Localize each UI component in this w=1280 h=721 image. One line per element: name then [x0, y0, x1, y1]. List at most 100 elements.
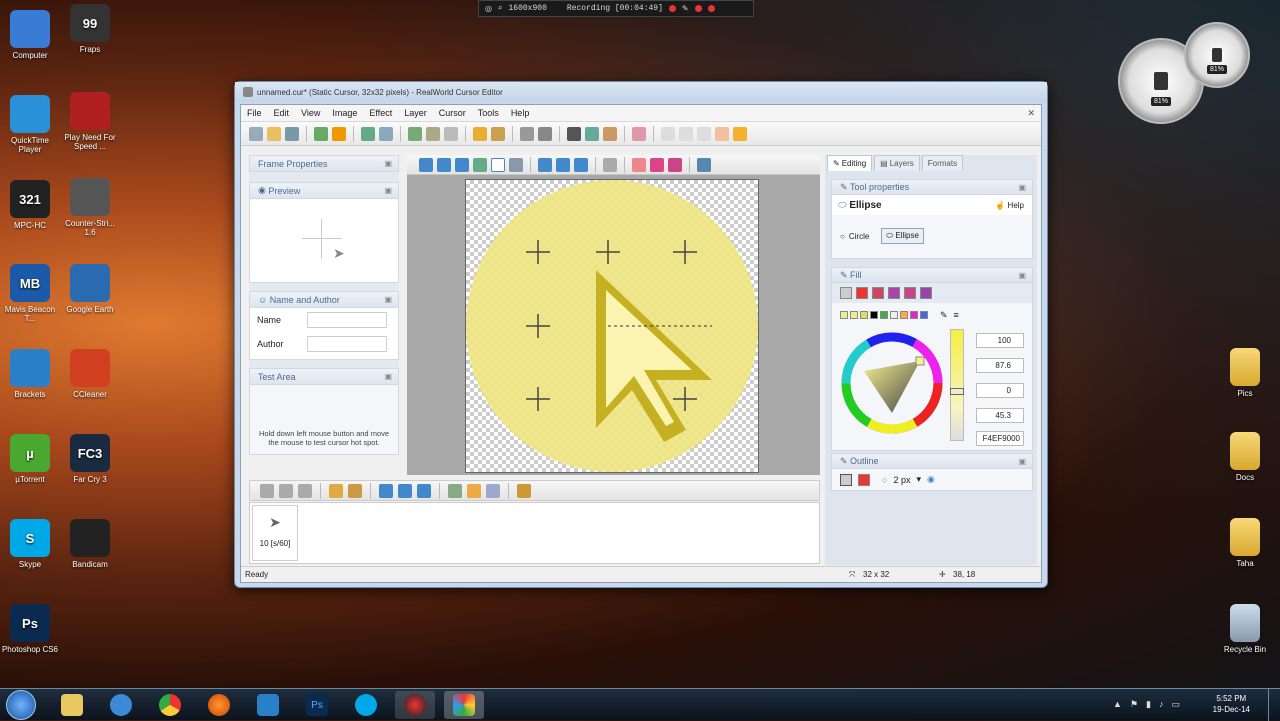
outline-color-icon[interactable]: [858, 473, 870, 486]
saturation-input[interactable]: 87.6: [976, 358, 1024, 373]
frame-move-icon[interactable]: [398, 483, 412, 498]
brush-tool-icon[interactable]: [556, 157, 570, 172]
effect2-icon[interactable]: [491, 126, 505, 141]
color-icon[interactable]: [715, 126, 729, 141]
desktop-icon-need-for-speed[interactable]: Play Need For Speed ...: [61, 92, 119, 151]
menu-view[interactable]: View: [301, 108, 320, 118]
pin-icon[interactable]: ▣: [384, 159, 392, 168]
menu-layer[interactable]: Layer: [404, 108, 427, 118]
alpha-slider-thumb[interactable]: [950, 388, 964, 395]
taskbar-firefox[interactable]: [199, 691, 239, 719]
open-icon[interactable]: [267, 126, 281, 141]
cursor-editor-window[interactable]: unnamed.cur* (Static Cursor, 32x32 pixel…: [234, 81, 1048, 588]
frame-effect-icon[interactable]: [448, 483, 462, 498]
desktop-icon-computer[interactable]: Computer: [1, 10, 59, 60]
paste-icon[interactable]: [332, 126, 346, 141]
taskbar-photoshop[interactable]: Ps: [297, 691, 337, 719]
copy-icon[interactable]: [314, 126, 328, 141]
value-input[interactable]: 0: [976, 383, 1024, 398]
name-author-header[interactable]: ☺ Name and Author ▣: [249, 291, 399, 308]
palette-swatch[interactable]: [900, 311, 908, 319]
stop-icon[interactable]: [694, 5, 702, 12]
menu-image[interactable]: Image: [332, 108, 357, 118]
desktop-icon-pics[interactable]: Pics: [1216, 348, 1274, 398]
hue-input[interactable]: 100: [976, 333, 1024, 348]
desktop-icon-google-earth[interactable]: Google Earth: [61, 264, 119, 314]
desktop-icon-docs[interactable]: Docs: [1216, 432, 1274, 482]
taskbar-brackets[interactable]: [248, 691, 288, 719]
close-icon[interactable]: [707, 5, 715, 12]
refresh-icon[interactable]: [697, 126, 711, 141]
desktop-icon-counter-strike[interactable]: Counter-Stri... 1.6: [61, 178, 119, 237]
taskbar-skype[interactable]: [346, 691, 386, 719]
color-wheel[interactable]: [840, 331, 944, 435]
start-button[interactable]: [6, 690, 36, 720]
text-tool-icon[interactable]: [455, 157, 469, 172]
menu-file[interactable]: File: [247, 108, 262, 118]
outline-style-icon[interactable]: ◉: [927, 474, 935, 485]
hue-icon[interactable]: [585, 126, 599, 141]
cursor-test-icon[interactable]: [661, 126, 675, 141]
palette-swatch[interactable]: [880, 311, 888, 319]
undo-icon[interactable]: [361, 126, 375, 141]
desktop-icon-utorrent[interactable]: µ µTorrent: [1, 434, 59, 484]
palette-swatch[interactable]: [890, 311, 898, 319]
desktop-icon-brackets[interactable]: Brackets: [1, 349, 59, 399]
desktop-icon-photoshop[interactable]: Ps Photoshop CS6: [1, 604, 59, 654]
fill-gradient1-icon[interactable]: [872, 287, 884, 299]
pin-icon[interactable]: ▣: [384, 186, 392, 195]
contrast-icon[interactable]: [567, 126, 581, 141]
dropper-tool-icon[interactable]: [538, 157, 552, 172]
frame-color-icon[interactable]: [467, 483, 481, 498]
fill-none-icon[interactable]: [840, 287, 852, 299]
line-tool-icon[interactable]: [473, 157, 487, 172]
menu-cursor[interactable]: Cursor: [439, 108, 466, 118]
desktop-icon-mpc-hc[interactable]: 321 MPC-HC: [1, 180, 59, 230]
outline-none-icon[interactable]: [840, 473, 852, 486]
pin-icon[interactable]: ▣: [384, 295, 392, 304]
fill-solid-icon[interactable]: [856, 287, 868, 299]
hex-input[interactable]: F4EF9000: [976, 431, 1024, 446]
ellipse-tool-icon[interactable]: [491, 157, 505, 172]
test-area-header[interactable]: Test Area ▣: [249, 368, 399, 385]
menu-help[interactable]: Help: [511, 108, 530, 118]
ellipse-toggle-button[interactable]: ⬭ Ellipse: [881, 228, 924, 244]
fill-tool-icon[interactable]: [509, 157, 523, 172]
alpha-input[interactable]: 45.3: [976, 408, 1024, 423]
volume-icon[interactable]: ♪: [1159, 699, 1164, 710]
pin-icon[interactable]: ▣: [1018, 271, 1026, 280]
user-icon[interactable]: [632, 126, 646, 141]
effect-icon[interactable]: [473, 126, 487, 141]
layer-dup-icon[interactable]: [426, 126, 440, 141]
pin-icon[interactable]: ▣: [384, 372, 392, 381]
frame-open-icon[interactable]: [279, 483, 293, 498]
frame-order-icon[interactable]: [486, 483, 500, 498]
outline-header[interactable]: ✎ Outline ▣: [831, 453, 1033, 469]
pencil-tool-icon[interactable]: [437, 157, 451, 172]
drawing-canvas[interactable]: [465, 179, 759, 473]
fill-gradient3-icon[interactable]: [904, 287, 916, 299]
frame-copy-icon[interactable]: [329, 483, 343, 498]
frame-paste-icon[interactable]: [348, 483, 362, 498]
help-button[interactable]: ☝ Help: [995, 201, 1024, 210]
desktop-icon-mavis[interactable]: MB Mavis Beacon T...: [1, 264, 59, 323]
name-field[interactable]: [307, 312, 387, 328]
clock-icon[interactable]: [679, 126, 693, 141]
select-mode-icon[interactable]: [632, 157, 646, 172]
save-icon[interactable]: [285, 126, 299, 141]
fill-gradient2-icon[interactable]: [888, 287, 900, 299]
layer-del-icon[interactable]: [444, 126, 458, 141]
frame-save-icon[interactable]: [298, 483, 312, 498]
title-bar[interactable]: unnamed.cur* (Static Cursor, 32x32 pixel…: [235, 82, 1047, 102]
preview-header[interactable]: ◉ Preview ▣: [249, 182, 399, 199]
menu-tools[interactable]: Tools: [478, 108, 499, 118]
ram-gauge[interactable]: 81%: [1184, 22, 1250, 88]
circle-radio[interactable]: ○: [840, 232, 845, 241]
palette-menu-icon[interactable]: ≡: [954, 310, 959, 320]
layer-add-icon[interactable]: [408, 126, 422, 141]
frame-delete-icon[interactable]: [417, 483, 431, 498]
menu-edit[interactable]: Edit: [274, 108, 290, 118]
alpha-slider[interactable]: [950, 329, 964, 441]
taskbar-cursor-editor[interactable]: [444, 691, 484, 719]
flag-icon[interactable]: ⚑: [1130, 699, 1138, 710]
